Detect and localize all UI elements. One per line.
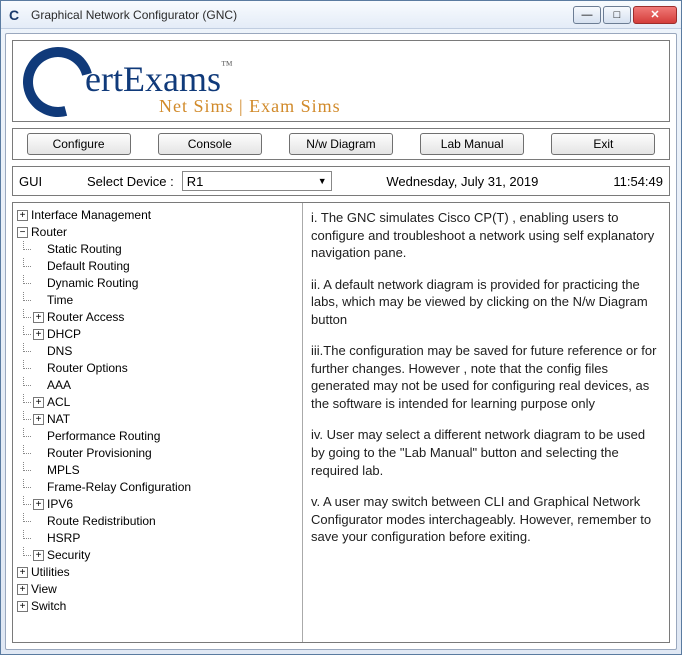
- tree-item-ipv6[interactable]: +IPV6: [33, 496, 300, 513]
- tree-item-dns[interactable]: DNS: [33, 343, 300, 360]
- maximize-button[interactable]: □: [603, 6, 631, 24]
- expand-icon[interactable]: +: [17, 567, 28, 578]
- info-paragraph: ii. A default network diagram is provide…: [311, 276, 661, 329]
- client-area: ertExams™ Net Sims | Exam Sims Configure…: [5, 33, 677, 650]
- logo-panel: ertExams™ Net Sims | Exam Sims: [12, 40, 670, 122]
- tree-item-interface-management[interactable]: +Interface Management: [17, 207, 300, 224]
- window-title: Graphical Network Configurator (GNC): [31, 8, 573, 22]
- expand-icon[interactable]: +: [33, 397, 44, 408]
- info-paragraph: i. The GNC simulates Cisco CP(T) , enabl…: [311, 209, 661, 262]
- content-row: +Interface Management −Router Static Rou…: [12, 202, 670, 643]
- console-button[interactable]: Console: [158, 133, 262, 155]
- configure-button[interactable]: Configure: [27, 133, 131, 155]
- tree-item-route-redistribution[interactable]: Route Redistribution: [33, 513, 300, 530]
- close-button[interactable]: ✕: [633, 6, 677, 24]
- tree-item-router-access[interactable]: +Router Access: [33, 309, 300, 326]
- app-window: C Graphical Network Configurator (GNC) —…: [0, 0, 682, 655]
- tree-item-router-provisioning[interactable]: Router Provisioning: [33, 445, 300, 462]
- nav-tree[interactable]: +Interface Management −Router Static Rou…: [13, 203, 303, 642]
- expand-icon[interactable]: +: [33, 550, 44, 561]
- nw-diagram-button[interactable]: N/w Diagram: [289, 133, 393, 155]
- tree-item-hsrp[interactable]: HSRP: [33, 530, 300, 547]
- info-bar: GUI Select Device : R1 ▼ Wednesday, July…: [12, 166, 670, 196]
- expand-icon[interactable]: +: [17, 210, 28, 221]
- info-paragraph: iv. User may select a different network …: [311, 426, 661, 479]
- collapse-icon[interactable]: −: [17, 227, 28, 238]
- tree-item-switch[interactable]: +Switch: [17, 598, 300, 615]
- expand-icon[interactable]: +: [33, 499, 44, 510]
- tree-item-time[interactable]: Time: [33, 292, 300, 309]
- select-device-label: Select Device :: [87, 174, 174, 189]
- tree-item-dhcp[interactable]: +DHCP: [33, 326, 300, 343]
- expand-icon[interactable]: +: [33, 312, 44, 323]
- expand-icon[interactable]: +: [17, 601, 28, 612]
- lab-manual-button[interactable]: Lab Manual: [420, 133, 524, 155]
- tree-item-mpls[interactable]: MPLS: [33, 462, 300, 479]
- expand-icon[interactable]: +: [33, 329, 44, 340]
- app-icon: C: [9, 7, 25, 23]
- tree-item-utilities[interactable]: +Utilities: [17, 564, 300, 581]
- logo-text: ertExams™: [85, 59, 233, 99]
- main-button-row: Configure Console N/w Diagram Lab Manual…: [12, 128, 670, 160]
- tree-item-security[interactable]: +Security: [33, 547, 300, 564]
- titlebar: C Graphical Network Configurator (GNC) —…: [1, 1, 681, 29]
- minimize-button[interactable]: —: [573, 6, 601, 24]
- device-select-value: R1: [187, 174, 204, 189]
- tree-item-nat[interactable]: +NAT: [33, 411, 300, 428]
- tree-item-aaa[interactable]: AAA: [33, 377, 300, 394]
- logo-c-icon: [23, 47, 93, 117]
- logo-subtitle: Net Sims | Exam Sims: [159, 96, 341, 117]
- tree-item-frame-relay[interactable]: Frame-Relay Configuration: [33, 479, 300, 496]
- tree-item-router-options[interactable]: Router Options: [33, 360, 300, 377]
- info-paragraph: iii.The configuration may be saved for f…: [311, 342, 661, 412]
- info-paragraph: v. A user may switch between CLI and Gra…: [311, 493, 661, 546]
- gui-label: GUI: [19, 174, 79, 189]
- tree-item-acl[interactable]: +ACL: [33, 394, 300, 411]
- tree-item-performance-routing[interactable]: Performance Routing: [33, 428, 300, 445]
- tree-item-router[interactable]: −Router Static Routing Default Routing D…: [17, 224, 300, 564]
- time-label: 11:54:49: [593, 174, 663, 189]
- date-label: Wednesday, July 31, 2019: [340, 174, 585, 189]
- expand-icon[interactable]: +: [33, 414, 44, 425]
- exit-button[interactable]: Exit: [551, 133, 655, 155]
- info-text-pane[interactable]: i. The GNC simulates Cisco CP(T) , enabl…: [303, 203, 669, 642]
- tree-item-static-routing[interactable]: Static Routing: [33, 241, 300, 258]
- expand-icon[interactable]: +: [17, 584, 28, 595]
- chevron-down-icon: ▼: [318, 176, 327, 186]
- window-controls: — □ ✕: [573, 6, 677, 24]
- tree-item-dynamic-routing[interactable]: Dynamic Routing: [33, 275, 300, 292]
- device-select[interactable]: R1 ▼: [182, 171, 332, 191]
- tree-item-default-routing[interactable]: Default Routing: [33, 258, 300, 275]
- tree-item-view[interactable]: +View: [17, 581, 300, 598]
